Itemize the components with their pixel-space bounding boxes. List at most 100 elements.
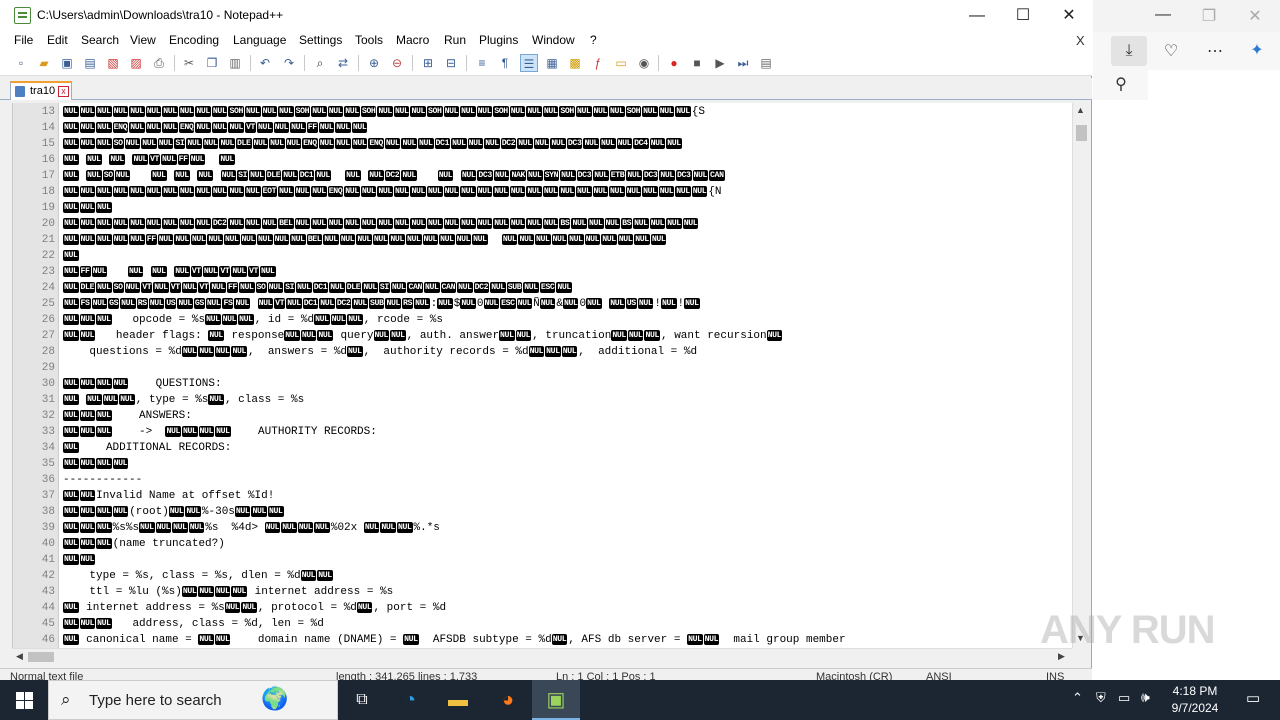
cut-icon[interactable]: ✂ [180,54,198,72]
show-all-characters-icon[interactable]: ¶ [496,54,514,72]
code-line[interactable]: NUL NUL NUL ENQ NUL NUL NUL ENQ NUL NUL NUL VT NUL NU… [63,120,368,136]
code-line[interactable]: NUL NUL SO NUL NUL NUL NUL NUL SI NUL DLE NUL D… [63,168,726,184]
notepadpp-taskbar-icon[interactable]: ▣ [532,680,580,720]
menu-window[interactable]: Window [532,33,575,47]
more-options-icon[interactable]: ⋯ [1203,41,1227,61]
save-icon[interactable]: ▣ [58,54,76,72]
menu-file[interactable]: File [14,33,33,47]
vertical-scrollbar[interactable]: ▲ ▼ [1072,103,1089,648]
task-view-icon[interactable]: ⧉ [338,680,386,720]
zoom-out-icon[interactable]: ⊖ [388,54,406,72]
code-line[interactable]: NUL NUL NUL NUL NUL FF NUL NUL NUL NUL NUL NUL NUL NU… [63,232,667,248]
menu-language[interactable]: Language [233,33,286,47]
code-line[interactable]: ------------ [63,472,142,488]
menu-settings[interactable]: Settings [299,33,342,47]
copilot-icon[interactable]: ✦ [1245,40,1269,60]
record-macro-icon[interactable]: ● [665,54,683,72]
code-line[interactable]: ttl = %lu (%s)NUL NUL NUL NUL internet addr… [63,584,393,600]
save-all-icon[interactable]: ▤ [81,54,99,72]
stop-macro-icon[interactable]: ■ [688,54,706,72]
open-file-icon[interactable]: ▰ [35,54,53,72]
notepadpp-app-icon[interactable] [14,7,31,24]
code-line[interactable]: NUL NUL NUL ANSWERS: [63,408,192,424]
scroll-up-icon[interactable]: ▲ [1076,105,1085,115]
code-line[interactable]: NUL NUL Invalid Name at offset %Id! [63,488,274,504]
text-editor[interactable]: 13 14 15 16 17 18 19 20 21 22 23 24 25 26 27 28 29 30 31 32… [12,103,1072,648]
start-button[interactable] [0,680,48,720]
menu-run[interactable]: Run [444,33,466,47]
document-map-icon[interactable]: ▩ [566,54,584,72]
code-line[interactable]: NUL NUL NUL NUL NUL NUL NUL NUL NUL NUL SOH NUL NUL N… [63,104,705,120]
code-line[interactable]: NUL FF NUL NUL NUL NUL VT NUL VT NUL VT NUL [63,264,277,280]
code-line[interactable]: NUL canonical name = NUL NUL domain name … [63,632,846,648]
notification-icon[interactable]: ▭ [1246,689,1260,707]
horizontal-scroll-thumb[interactable] [28,652,54,662]
code-line[interactable]: NUL NUL NUL -> NUL NUL NUL NUL AUTHORITY RECO… [63,424,377,440]
close-file-icon[interactable]: ▧ [104,54,122,72]
code-line[interactable]: NUL NUL NUL NUL, type = %sNUL, class = %s [63,392,304,408]
code-line[interactable]: NUL NUL [63,552,96,568]
browser-essentials-icon[interactable]: ♡ [1159,41,1183,61]
code-line[interactable]: type = %s, class = %s, dlen = %dNUL NUL [63,568,334,584]
replace-icon[interactable]: ⇄ [334,54,352,72]
run-macro-multiple-icon[interactable]: ⏭ [734,54,752,72]
code-line[interactable]: NUL NUL NUL NUL NUL NUL NUL NUL NUL NUL NUL NUL EOT N… [63,184,722,200]
volume-icon[interactable]: 🕪 [1141,689,1150,706]
code-line[interactable]: NUL internet address = %sNUL NUL, protoco… [63,600,446,616]
code-line[interactable]: NUL [63,248,80,264]
vertical-scroll-thumb[interactable] [1076,125,1087,141]
code-line[interactable]: NUL NUL NUL %s%sNUL NUL NUL NUL %s %4d> NUL NUL N… [63,520,440,536]
menu-view[interactable]: View [130,33,156,47]
title-bar[interactable]: C:\Users\admin\Downloads\tra10 - Notepad… [0,0,1092,32]
menu-edit[interactable]: Edit [47,33,68,47]
tab-tra10[interactable]: tra10 x [10,81,72,100]
code-line[interactable]: NUL NUL NUL NUL NUL NUL NUL NUL NUL DC2 NUL NUL NUL B… [63,216,699,232]
file-explorer-taskbar-icon[interactable]: ▬ [434,680,482,720]
tab-close-icon[interactable]: x [58,86,69,97]
menu-macro[interactable]: Macro [396,33,429,47]
menu-encoding[interactable]: Encoding [169,33,219,47]
code-line[interactable]: NUL NUL NUL NUL QUESTIONS: [63,376,222,392]
horizontal-scrollbar[interactable]: ◀ ▶ [12,648,1072,664]
code-line[interactable]: NUL NUL NUL (name truncated?) [63,536,225,552]
menu-search[interactable]: Search [81,33,119,47]
code-line[interactable]: NUL FS NUL GS NUL RS NUL US NUL GS NUL FS NUL NUL VT N… [63,296,701,312]
play-macro-icon[interactable]: ▶ [711,54,729,72]
print-icon[interactable]: ⎙ [150,54,168,72]
code-line[interactable]: NUL NUL NUL opcode = %sNUL NUL NUL, id = %dN… [63,312,443,328]
sync-vertical-icon[interactable]: ⊞ [419,54,437,72]
taskbar-clock[interactable]: 4:18 PM 9/7/2024 [1155,683,1235,717]
taskbar-search-box[interactable]: ⌕ Type here to search 🌍 [48,680,338,720]
menu-help[interactable]: ? [590,33,597,47]
code-line[interactable]: NUL NUL NUL NUL (root)NUL NUL %-30sNUL NUL NUL [63,504,285,520]
code-line[interactable]: NUL NUL NUL address, class = %d, len = %d [63,616,324,632]
network-icon[interactable]: ▭ [1118,690,1130,706]
minimize-button[interactable]: — [954,0,1000,32]
browser-close-icon[interactable]: ✕ [1243,6,1267,26]
security-icon[interactable]: ⛨ [1096,690,1106,706]
redo-icon[interactable]: ↷ [280,54,298,72]
show-hidden-icons-icon[interactable]: ⌃ [1072,690,1083,706]
save-macro-icon[interactable]: ▤ [757,54,775,72]
menu-plugins[interactable]: Plugins [479,33,518,47]
edge-taskbar-icon[interactable]: ◔ [386,680,434,720]
sync-horizontal-icon[interactable]: ⊟ [442,54,460,72]
code-line[interactable]: NUL NUL header flags: NUL responseNUL NUL N… [63,328,783,344]
close-all-icon[interactable]: ▨ [127,54,145,72]
menu-tools[interactable]: Tools [355,33,383,47]
user-language-icon[interactable]: ▦ [543,54,561,72]
paste-icon[interactable]: ▥ [226,54,244,72]
function-list-icon[interactable]: ƒ [589,54,607,72]
monitoring-icon[interactable]: ◉ [635,54,653,72]
code-line[interactable]: NUL DLE NUL SO NUL VT NUL VT NUL VT NUL FF NUL SO NUL S… [63,280,573,296]
find-icon[interactable]: ⌕ [311,54,329,72]
code-line[interactable]: NUL NUL NUL NUL VT NUL FF NUL NUL [63,152,236,168]
code-line[interactable]: questions = %dNUL NUL NUL NUL, answers = %d… [63,344,697,360]
pin-icon[interactable]: ⚲ [1109,74,1133,94]
browser-minimize-icon[interactable]: — [1151,6,1175,24]
new-file-icon[interactable]: ▫ [12,54,30,72]
code-line[interactable]: NUL NUL NUL SO NUL NUL NUL SI NUL NUL NUL DLE NUL NUL… [63,136,683,152]
zoom-in-icon[interactable]: ⊕ [365,54,383,72]
copy-icon[interactable]: ❐ [203,54,221,72]
indent-guide-icon[interactable]: ☰ [520,54,538,72]
